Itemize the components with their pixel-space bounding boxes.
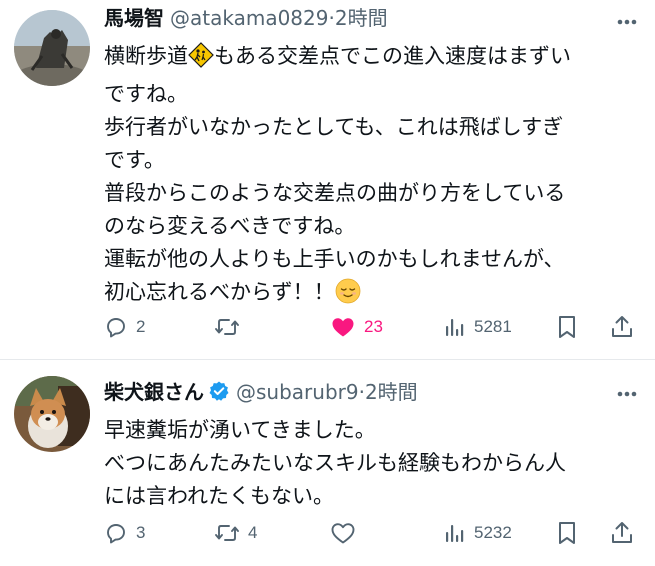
text-line: ですね。 xyxy=(104,82,188,106)
tweet-header: 柴犬銀さん @subarubr9·2時間 xyxy=(104,376,611,408)
repost-button[interactable] xyxy=(214,312,248,342)
reply-icon xyxy=(107,318,125,338)
repost-icon xyxy=(215,319,239,335)
avatar[interactable] xyxy=(14,10,90,86)
bookmark-button[interactable] xyxy=(556,518,578,548)
tweet[interactable]: 柴犬銀さん @subarubr9·2時間 早速糞垢が湧いてきました。 べつにあんた… xyxy=(0,362,655,566)
views-button[interactable]: 5232 xyxy=(444,518,512,548)
author-display-name[interactable]: 馬場智 xyxy=(104,6,164,30)
tweet-header: 馬場智 @atakama0829·2時間 xyxy=(104,2,611,34)
text-line: 初心忘れるべからず！！ xyxy=(104,276,644,314)
more-options-button[interactable] xyxy=(613,8,641,36)
text-line: です。 xyxy=(104,148,165,172)
text-line: べつにあんたみたいなスキルも経験もわからん人 xyxy=(104,451,566,475)
verified-badge-icon[interactable] xyxy=(208,379,230,411)
text-segment: 横断歩道 xyxy=(104,44,188,68)
reply-count: 3 xyxy=(136,523,146,542)
timestamp[interactable]: 2時間 xyxy=(365,380,418,404)
text-line: 早速糞垢が湧いてきました。 xyxy=(104,418,376,442)
tweet-actions: 3 4 5232 xyxy=(104,518,644,548)
tweet-text: 横断歩道 もある交差点でこの進入速度はまずい ですね。 歩行者がいなかったとしても… xyxy=(104,40,644,314)
bookmark-icon xyxy=(559,522,575,544)
repost-count: 4 xyxy=(248,523,258,542)
text-line: には言われたくもない。 xyxy=(104,484,334,508)
bookmark-button[interactable] xyxy=(556,312,578,342)
school-crossing-sign-icon xyxy=(188,42,214,78)
avatar-photo-icon xyxy=(14,376,90,452)
text-line: 運転が他の人よりも上手いのかもしれませんが、 xyxy=(104,247,565,271)
share-upload-icon xyxy=(612,522,632,543)
views-button[interactable]: 5281 xyxy=(444,312,512,342)
reply-button[interactable]: 2 xyxy=(104,312,145,342)
like-count: 23 xyxy=(364,317,383,336)
share-upload-icon xyxy=(612,316,632,337)
reply-count: 2 xyxy=(136,317,146,336)
author-handle[interactable]: @atakama0829 xyxy=(170,6,328,30)
analytics-bar-icon xyxy=(446,319,464,336)
more-horizontal-icon xyxy=(617,391,637,397)
text-line: のなら変えるべきですね。 xyxy=(104,214,356,238)
views-count: 5281 xyxy=(474,317,512,336)
text-segment: もある交差点でこの進入速度はまずい xyxy=(214,44,571,68)
tweet-text: 早速糞垢が湧いてきました。 べつにあんたみたいなスキルも経験もわからん人 には言… xyxy=(104,414,644,513)
bookmark-icon xyxy=(559,316,575,338)
timestamp[interactable]: 2時間 xyxy=(335,6,388,30)
repost-button[interactable]: 4 xyxy=(214,518,257,548)
relieved-face-icon xyxy=(335,278,361,314)
text-line: 歩行者がいなかったとしても、これは飛ばしすぎ xyxy=(104,115,564,139)
more-options-button[interactable] xyxy=(613,380,641,408)
author-handle[interactable]: @subarubr9 xyxy=(236,380,359,404)
analytics-bar-icon xyxy=(446,525,464,542)
tweet-actions: 2 23 5281 xyxy=(104,312,644,342)
like-button[interactable] xyxy=(330,518,364,548)
tweet[interactable]: 馬場智 @atakama0829·2時間 横断歩道 もある交差点でこの進入速度はまず… xyxy=(0,0,655,358)
text-line: 普段からこのような交差点の曲がり方をしている xyxy=(104,181,566,205)
reply-button[interactable]: 3 xyxy=(104,518,145,548)
share-button[interactable] xyxy=(610,518,634,548)
like-button[interactable]: 23 xyxy=(330,312,383,342)
reply-icon xyxy=(107,524,125,544)
avatar-photo-icon xyxy=(14,10,90,86)
views-count: 5232 xyxy=(474,523,512,542)
avatar[interactable] xyxy=(14,376,90,452)
divider xyxy=(0,359,655,360)
share-button[interactable] xyxy=(610,312,634,342)
heart-filled-icon xyxy=(332,318,354,337)
more-horizontal-icon xyxy=(617,19,637,25)
heart-icon xyxy=(331,523,355,544)
author-display-name[interactable]: 柴犬銀さん xyxy=(104,380,204,404)
text-segment: 初心忘れるべからず！！ xyxy=(104,280,335,304)
text-line: 横断歩道 もある交差点でこの進入速度はまずい xyxy=(104,40,644,78)
repost-icon xyxy=(215,525,239,541)
